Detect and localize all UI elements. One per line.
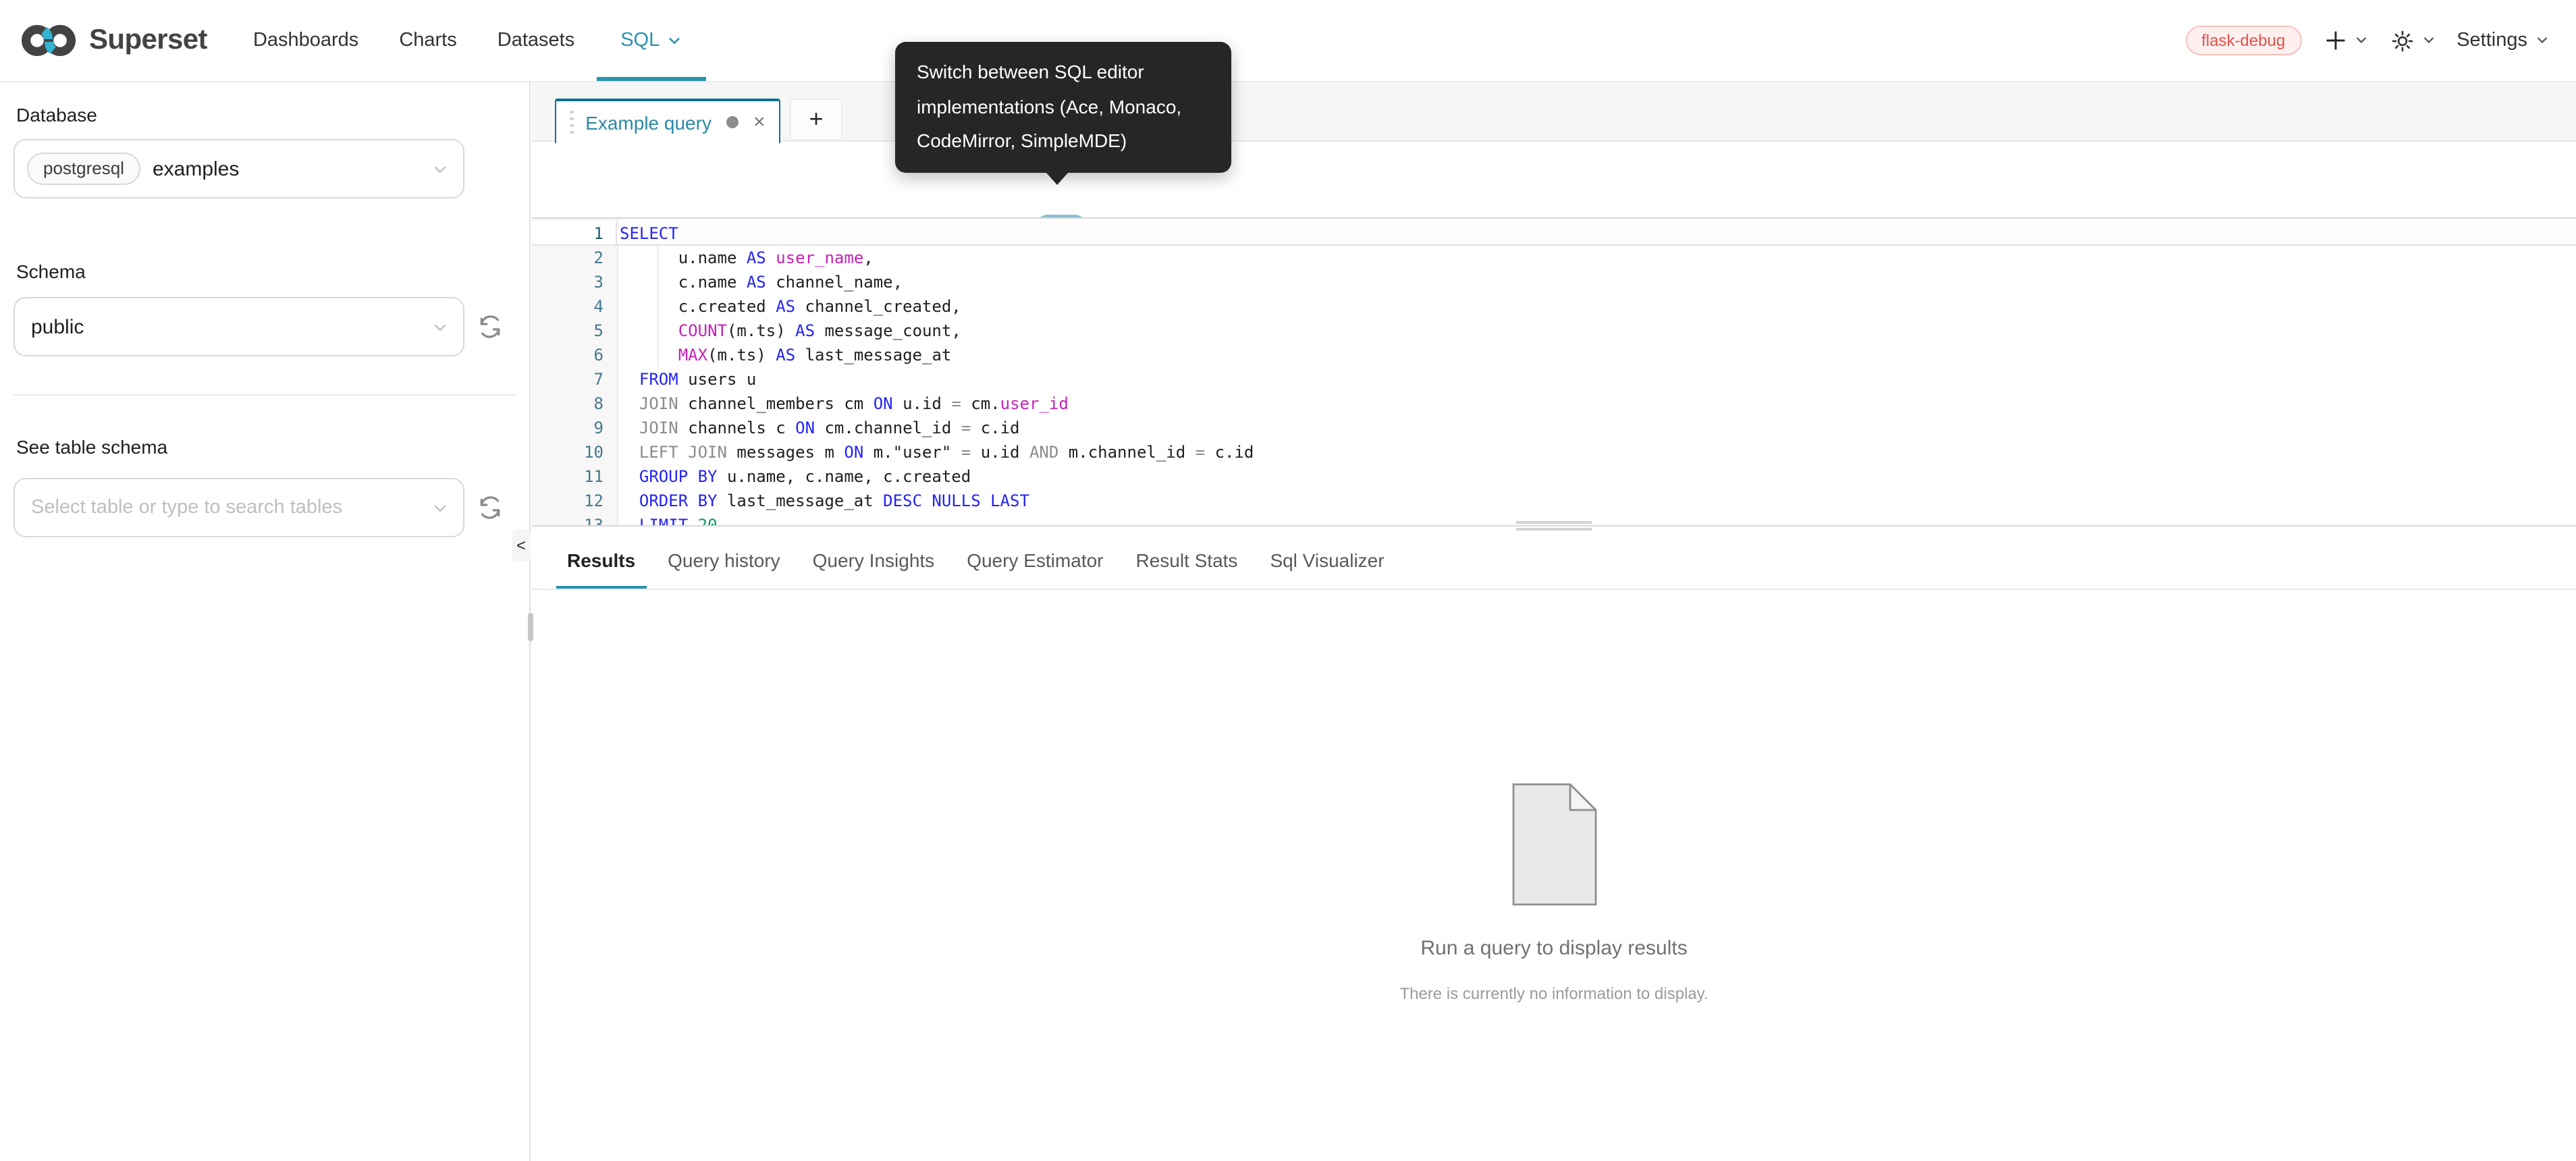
line-number: 1 bbox=[532, 221, 617, 246]
chevron-down-icon bbox=[2354, 34, 2367, 47]
plus-icon bbox=[2323, 28, 2347, 53]
close-icon[interactable]: × bbox=[753, 112, 766, 132]
database-sidebar: Database postgresql examples Schema publ… bbox=[0, 82, 531, 1161]
code-line-2[interactable]: 2 u.name AS user_name, bbox=[532, 246, 2576, 270]
nav-item-dashboards[interactable]: Dashboards bbox=[253, 30, 358, 51]
line-number: 3 bbox=[532, 270, 617, 294]
code-line-9[interactable]: 9 JOIN channels c ON cm.channel_id = c.i… bbox=[532, 416, 2576, 440]
nav-item-datasets[interactable]: Datasets bbox=[498, 30, 574, 51]
schema-value: public bbox=[31, 315, 84, 338]
theme-menu[interactable] bbox=[2389, 28, 2435, 53]
line-number: 10 bbox=[532, 440, 617, 464]
database-label: Database bbox=[16, 104, 529, 126]
line-number: 6 bbox=[532, 343, 617, 367]
code-line-4[interactable]: 4 c.created AS channel_created, bbox=[532, 294, 2576, 319]
code-line-8[interactable]: 8 JOIN channel_members cm ON u.id = cm.u… bbox=[532, 392, 2576, 416]
sync-icon[interactable] bbox=[475, 493, 505, 522]
line-number: 8 bbox=[532, 392, 617, 416]
sync-icon[interactable] bbox=[475, 312, 505, 342]
schema-label: Schema bbox=[16, 261, 529, 282]
table-schema-label: See table schema bbox=[16, 436, 529, 458]
brand-title: Superset bbox=[89, 24, 207, 57]
tab-example-query[interactable]: Example query × bbox=[555, 99, 780, 143]
line-number: 5 bbox=[532, 319, 617, 343]
sidebar-divider bbox=[14, 394, 516, 396]
line-number: 2 bbox=[532, 246, 617, 270]
table-select[interactable]: Select table or type to search tables bbox=[14, 478, 464, 537]
chevron-down-icon bbox=[432, 501, 448, 517]
sql-editor-pane: Example query × + Run Limit 1K bbox=[532, 82, 2576, 1161]
sun-icon bbox=[2389, 28, 2415, 53]
nav-right: flask-debug bbox=[2185, 26, 2549, 55]
tab-query-insights[interactable]: Query Insights bbox=[813, 532, 935, 589]
editor-tab-strip: Example query × + bbox=[532, 82, 2576, 142]
tooltip-arrow-icon bbox=[1046, 173, 1068, 185]
tooltip: Switch between SQL editorimplementations… bbox=[895, 42, 1231, 173]
unsaved-indicator-dot bbox=[726, 116, 739, 128]
line-number: 7 bbox=[532, 367, 617, 392]
database-value: examples bbox=[153, 157, 239, 180]
code-line-7[interactable]: 7 FROM users u bbox=[532, 367, 2576, 392]
chevron-down-icon bbox=[432, 320, 448, 336]
line-number: 12 bbox=[532, 489, 617, 513]
line-number: 9 bbox=[532, 416, 617, 440]
tab-query-estimator[interactable]: Query Estimator bbox=[967, 532, 1103, 589]
sidebar-collapse-button[interactable]: < bbox=[512, 529, 531, 562]
code-line-11[interactable]: 11 GROUP BY u.name, c.name, c.created bbox=[532, 464, 2576, 489]
line-number: 11 bbox=[532, 464, 617, 489]
add-tab-button[interactable]: + bbox=[790, 99, 842, 140]
code-lines: 1SELECT2 u.name AS user_name,3 c.name AS… bbox=[532, 221, 2576, 526]
chevron-down-icon bbox=[432, 162, 448, 178]
settings-label: Settings bbox=[2457, 30, 2527, 51]
schema-select[interactable]: public bbox=[14, 297, 464, 356]
chevron-down-icon bbox=[2421, 34, 2435, 47]
code-line-6[interactable]: 6 MAX(m.ts) AS last_message_at bbox=[532, 343, 2576, 367]
editor-tab-title: Example query bbox=[585, 111, 712, 133]
line-number: 4 bbox=[532, 294, 617, 319]
pane-resize-handle[interactable] bbox=[1516, 528, 1592, 531]
table-select-placeholder: Select table or type to search tables bbox=[31, 497, 342, 518]
code-line-1[interactable]: 1SELECT bbox=[532, 221, 2576, 246]
sql-lab-page: Superset Dashboards Charts Datasets SQL fl… bbox=[0, 0, 2576, 1161]
settings-menu[interactable]: Settings bbox=[2457, 30, 2549, 51]
empty-document-icon bbox=[1511, 783, 1596, 906]
brand[interactable]: Superset bbox=[19, 22, 207, 59]
tab-results[interactable]: Results bbox=[567, 532, 635, 589]
chevron-down-icon bbox=[2535, 34, 2549, 47]
code-line-10[interactable]: 10 LEFT JOIN messages m ON m."user" = u.… bbox=[532, 440, 2576, 464]
nav-item-sql[interactable]: SQL bbox=[615, 0, 687, 81]
editor-toolbar: Run Limit 1K bbox=[532, 142, 2576, 217]
chevron-down-icon bbox=[666, 33, 681, 48]
nav-sql-label: SQL bbox=[620, 30, 660, 51]
tooltip-text: Switch between SQL editorimplementations… bbox=[917, 55, 1210, 159]
nav-links: Dashboards Charts Datasets bbox=[253, 0, 574, 81]
environment-badge: flask-debug bbox=[2185, 26, 2301, 55]
new-item-menu[interactable] bbox=[2323, 28, 2367, 53]
pane-resize-handle[interactable] bbox=[1516, 521, 1592, 524]
database-dialect-pill: postgresql bbox=[27, 153, 140, 185]
south-tabs: Results Query history Query Insights Query … bbox=[532, 532, 2576, 590]
results-panel: Run a query to display results There is … bbox=[532, 590, 2576, 1161]
nav-item-charts[interactable]: Charts bbox=[399, 30, 456, 51]
scrollbar-thumb[interactable] bbox=[528, 613, 533, 641]
sql-editor[interactable]: 1SELECT2 u.name AS user_name,3 c.name AS… bbox=[532, 217, 2576, 526]
superset-logo-icon bbox=[19, 22, 78, 59]
drag-handle-icon[interactable] bbox=[570, 110, 573, 134]
top-navbar: Superset Dashboards Charts Datasets SQL fl… bbox=[0, 0, 2576, 82]
database-select[interactable]: postgresql examples bbox=[14, 139, 464, 198]
code-line-5[interactable]: 5 COUNT(m.ts) AS message_count, bbox=[532, 319, 2576, 343]
tab-sql-visualizer[interactable]: Sql Visualizer bbox=[1270, 532, 1384, 589]
tab-query-history[interactable]: Query history bbox=[668, 532, 780, 589]
code-line-13[interactable]: 13 LIMIT 20 bbox=[532, 513, 2576, 526]
line-number: 13 bbox=[532, 513, 617, 526]
empty-results-subtitle: There is currently no information to dis… bbox=[1399, 984, 1708, 1003]
empty-results-title: Run a query to display results bbox=[1420, 937, 1687, 960]
tab-result-stats[interactable]: Result Stats bbox=[1135, 532, 1237, 589]
code-line-3[interactable]: 3 c.name AS channel_name, bbox=[532, 270, 2576, 294]
code-line-12[interactable]: 12 ORDER BY last_message_at DESC NULLS L… bbox=[532, 489, 2576, 513]
